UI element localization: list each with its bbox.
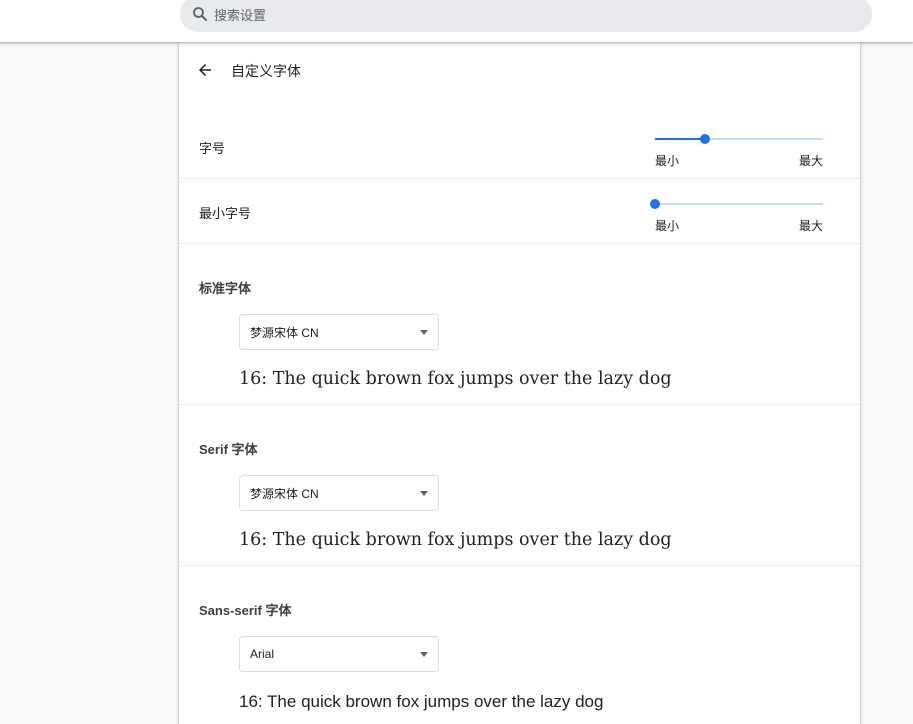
page-title: 自定义字体	[231, 63, 301, 79]
slider-max-label: 最大	[798, 219, 823, 233]
slider-knob[interactable]	[700, 134, 711, 144]
select-value: 梦源宋体 CN	[250, 325, 319, 340]
serif-font-section: Serif 字体 梦源宋体 CN 16: The quick brown fox…	[179, 405, 860, 565]
custom-fonts-card: 自定义字体 字号 最小 最大 最小字号 最小 最大 标准字体 梦源宋体 CN 1…	[179, 42, 860, 724]
slider-fill	[655, 138, 706, 140]
font-size-slider[interactable]: 最小 最大	[655, 134, 823, 178]
dropdown-arrow-icon	[420, 330, 428, 335]
standard-font-sample: 16: The quick brown fox jumps over the l…	[239, 369, 672, 389]
slider-knob[interactable]	[650, 199, 660, 209]
font-size-label: 字号	[199, 141, 226, 156]
serif-font-select[interactable]: 梦源宋体 CN	[239, 475, 439, 511]
slider-track	[655, 203, 823, 205]
dropdown-arrow-icon	[420, 652, 428, 657]
standard-font-select[interactable]: 梦源宋体 CN	[239, 314, 439, 350]
select-value: Arial	[250, 647, 275, 661]
search-field[interactable]: 搜索设置	[180, 0, 872, 32]
standard-font-section: 标准字体 梦源宋体 CN 16: The quick brown fox jum…	[179, 244, 860, 404]
standard-font-title: 标准字体	[199, 281, 252, 296]
serif-font-sample: 16: The quick brown fox jumps over the l…	[239, 530, 672, 550]
search-icon	[190, 4, 210, 24]
min-font-size-label: 最小字号	[199, 206, 252, 221]
slider-min-label: 最小	[655, 219, 680, 233]
min-font-size-slider[interactable]: 最小 最大	[650, 199, 823, 243]
sans-serif-font-title: Sans-serif 字体	[199, 603, 292, 618]
top-toolbar: 搜索设置	[0, 0, 913, 42]
slider-max-label: 最大	[798, 154, 823, 168]
dropdown-arrow-icon	[420, 491, 428, 496]
serif-font-title: Serif 字体	[199, 442, 258, 457]
sans-serif-font-select[interactable]: Arial	[239, 636, 439, 672]
arrow-back-icon[interactable]	[193, 58, 217, 82]
sans-serif-font-sample: 16: The quick brown fox jumps over the l…	[239, 692, 604, 711]
font-size-row: 字号 最小 最大	[179, 98, 860, 178]
slider-min-label: 最小	[655, 154, 680, 168]
search-input[interactable]: 搜索设置	[214, 5, 266, 24]
select-value: 梦源宋体 CN	[250, 486, 319, 501]
page-header: 自定义字体	[179, 42, 860, 98]
min-font-size-row: 最小字号 最小 最大	[179, 179, 860, 243]
sans-serif-font-section: Sans-serif 字体 Arial 16: The quick brown …	[179, 566, 860, 724]
